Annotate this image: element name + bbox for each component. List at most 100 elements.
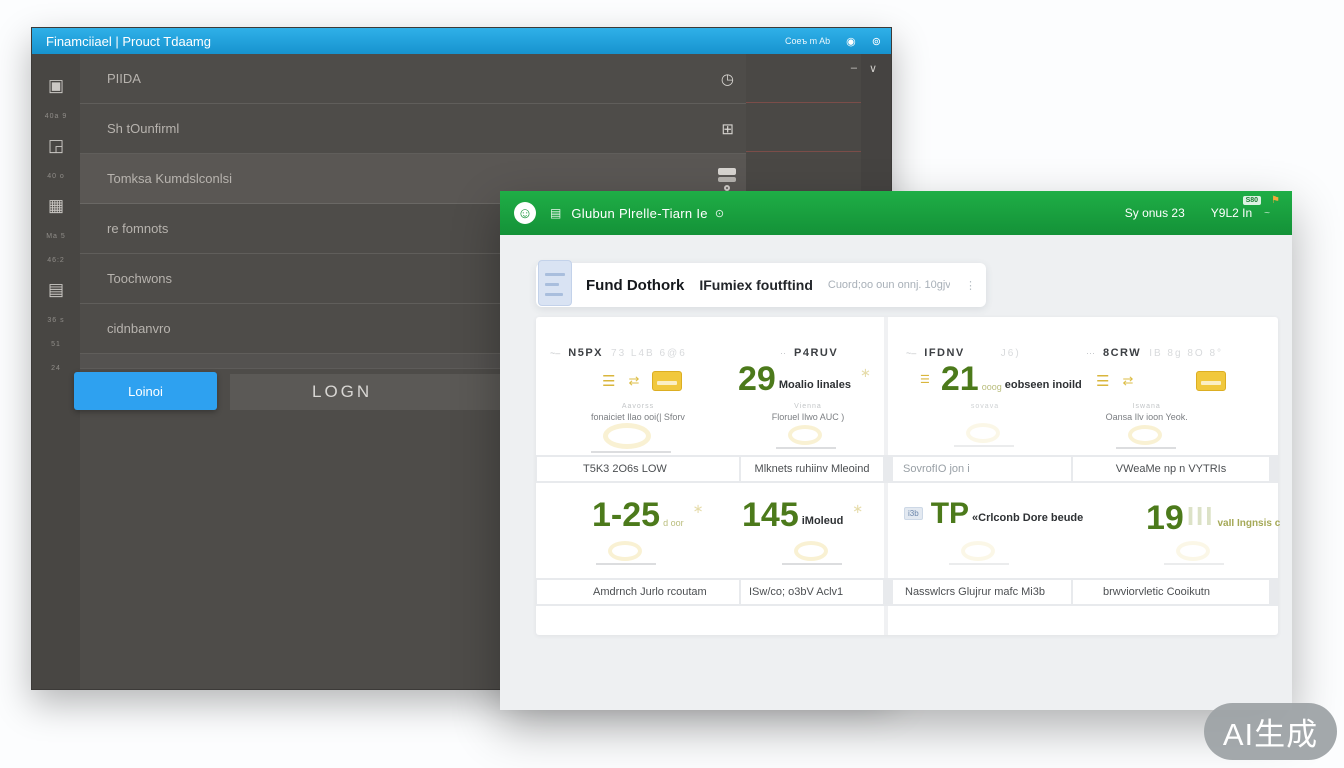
card-a-footer-label: T5K3 2O6s LOW <box>537 457 739 481</box>
fund-header-card[interactable]: Fund Dothork IFumiex foutftind Cuord;oo … <box>536 263 986 307</box>
monitor-icon[interactable]: ▣ <box>48 68 64 104</box>
sketch-doodle <box>782 539 842 565</box>
bank-icon: ▤ <box>550 206 561 220</box>
header-ghost: IB 8g 8O 8° <box>1149 348 1223 359</box>
stat-card-g: i3b TP «Crlconb Dore beude <box>894 483 1076 578</box>
sketch-doodle <box>949 539 1009 565</box>
header-prefix: ··· <box>1086 348 1095 358</box>
sidebar-label: Ma 5 <box>46 224 66 248</box>
sketch-doodle <box>954 421 1014 447</box>
sidebar-label: 24 <box>51 356 61 380</box>
fund-document-icon <box>538 260 572 306</box>
sparkle-icon: ∗ <box>852 501 863 517</box>
field-label: Toochwons <box>107 271 172 286</box>
account-icon[interactable]: ⊚ <box>872 35 881 48</box>
terminal-pad-icon[interactable]: ▦ <box>48 188 64 224</box>
strip-gap <box>884 578 892 606</box>
fund-note: Cuord;oo oun onnj. 10gjvi <box>828 279 950 291</box>
login-button[interactable]: Loinoi <box>74 372 217 410</box>
sparkle-icon: ∗ <box>693 501 704 517</box>
status-text-a[interactable]: Sy onus 23 <box>1125 206 1185 220</box>
stat-card-b: ·· P4RUV 29 Moalio linales ∗ Vienna Flor… <box>732 317 884 455</box>
header-prefix: ~– <box>906 348 916 358</box>
header-code: IFDNV <box>924 347 965 359</box>
card-g-value: i3b TP «Crlconb Dore beude <box>904 501 1083 527</box>
field-label: PIIDA <box>107 71 141 86</box>
titlebar-status: Sy onus 23 Y9L2 In ~ <box>1125 206 1270 220</box>
trading-titlebar[interactable]: Finamciiael | Prouct Tdaamg Coeъ m Ab ◉ … <box>32 28 891 54</box>
header-code: N5PX <box>568 347 603 359</box>
kebab-menu-icon[interactable]: ⋮ <box>965 279 986 292</box>
card-d-caption: Iswana Oansa Ilv ioon Yeok. <box>1076 403 1217 422</box>
sparkle-icon: ∗ <box>860 365 871 381</box>
chevron-down-icon[interactable]: ∨ <box>869 62 877 75</box>
fund-title: Fund Dothork <box>586 277 684 294</box>
flag-icon: ⚑ <box>1271 195 1280 206</box>
stat-card-a: ~– N5PX 73 L4B 6@6 ☰ ⇄ Aavorss fonaiciet… <box>536 317 740 455</box>
card-a-caption: Aavorss fonaiciet Ilao ooi(| Sforv <box>536 403 740 422</box>
sidebar-label: 51 <box>51 332 61 356</box>
stat-card-d: ··· 8CRW IB 8g 8O 8° ☰ ⇄ Iswana Oansa Il… <box>1076 317 1278 455</box>
building-icon[interactable]: ▤ <box>48 272 64 308</box>
header-ghost: 73 L4B 6@6 <box>611 348 687 359</box>
stat-card-h: 19 III vaII Ingnsis c <box>1076 483 1278 578</box>
card-g-footer-label: Nasswlcrs Glujrur mafc Mi3b <box>893 580 1071 604</box>
label-strip-bottom: Amdrnch Jurlo rcoutam ISw/co; o3bV Aclv1… <box>536 578 1278 606</box>
sketch-doodle <box>1116 423 1176 449</box>
sidebar-label: 40a 9 <box>45 104 68 128</box>
card-c-caption: sovava <box>894 403 1076 410</box>
card-a-icons: ☰ ⇄ <box>602 371 682 391</box>
field-row-2[interactable]: Sh tOunfirml ⊞ <box>80 104 746 154</box>
stat-card-e: 1-25 d oor ∗ <box>536 483 740 578</box>
trading-window-title: Finamciiael | Prouct Tdaamg <box>46 34 211 49</box>
header-code: 8CRW <box>1103 347 1141 359</box>
field-label: Sh tOunfirml <box>107 121 179 136</box>
card-e-footer-label: Amdrnch Jurlo rcoutam <box>537 580 739 604</box>
sidebar-label: 36 s <box>47 308 64 332</box>
stat-card-c: ~– IFDNV J6) ☰ 21 ooog eobseen inoild so… <box>894 317 1076 455</box>
card-f-value: 145 iMoleud ∗ <box>742 501 863 530</box>
field-label: Tomksa Kumdslconlsi <box>107 171 232 186</box>
card-d-icons: ☰ ⇄ <box>1096 371 1226 391</box>
sidebar-label: 46:2 <box>47 248 65 272</box>
card-c-value: ☰ 21 ooog eobseen inoild <box>920 365 1082 394</box>
logn-button[interactable]: LOGN <box>230 374 502 410</box>
grid-icon[interactable]: ⊞ <box>721 120 734 138</box>
card-d-header: ··· 8CRW IB 8g 8O 8° <box>1086 347 1223 359</box>
fund-titlebar[interactable]: ☺ ▤ Glubun Plrelle-Tiarn Ie ⊙ Sy onus 23… <box>500 191 1292 235</box>
tilde-icon: ~ <box>1264 208 1270 219</box>
stat-card-f: 145 iMoleud ∗ <box>740 483 884 578</box>
sketch-doodle <box>591 421 671 453</box>
search-doc-icon[interactable]: ◲ <box>48 128 64 164</box>
sketch-doodle <box>1164 539 1224 565</box>
coins-icon: ☰ <box>602 372 615 390</box>
clock-icon[interactable]: ◷ <box>721 70 734 88</box>
ai-generated-watermark: AI生成 <box>1204 703 1337 760</box>
field-label: re fomnots <box>107 221 168 236</box>
tag-badge: i3b <box>904 507 923 520</box>
collapse-controls: – ∨ <box>851 62 877 75</box>
fund-subtitle: IFumiex foutftind <box>699 277 813 293</box>
card-b-footer-label: Mlknets ruhiinv Mleoind <box>741 457 883 481</box>
card-b-caption: Vienna Floruel Ilwo AUC ) <box>732 403 884 422</box>
sidebar: ▣ 40a 9 ◲ 40 o ▦ Ma 5 46:2 ▤ 36 s 51 24 <box>32 54 80 689</box>
app-logo-icon: ☺ <box>514 202 536 224</box>
sketch-doodle <box>596 539 656 565</box>
desktop: Finamciiael | Prouct Tdaamg Coeъ m Ab ◉ … <box>0 0 1344 768</box>
info-icon[interactable]: ⊙ <box>715 207 724 220</box>
transfer-arrows-icon: ⇄ <box>1122 373 1133 389</box>
fund-window: ☺ ▤ Glubun Plrelle-Tiarn Ie ⊙ Sy onus 23… <box>500 191 1292 710</box>
header-code: P4RUV <box>794 347 838 359</box>
coins-icon: ☰ <box>1096 372 1109 390</box>
eye-icon[interactable]: ◉ <box>846 35 856 48</box>
status-text-b[interactable]: Y9L2 In <box>1211 206 1252 220</box>
card-c-header: ~– IFDNV J6) <box>906 347 1021 359</box>
sidebar-label: 40 o <box>47 164 65 188</box>
minimize-icon[interactable]: – <box>851 62 857 75</box>
titlebar-actions: Coeъ m Ab ◉ ⊚ <box>785 35 881 48</box>
bank-card-icon <box>1196 371 1226 391</box>
field-row-1[interactable]: PIIDA ◷ <box>80 54 746 104</box>
card-reader-icon[interactable] <box>718 166 736 192</box>
label-strip-top: T5K3 2O6s LOW Mlknets ruhiinv Mleoind So… <box>536 455 1278 483</box>
header-ghost: J6) <box>1001 348 1021 359</box>
